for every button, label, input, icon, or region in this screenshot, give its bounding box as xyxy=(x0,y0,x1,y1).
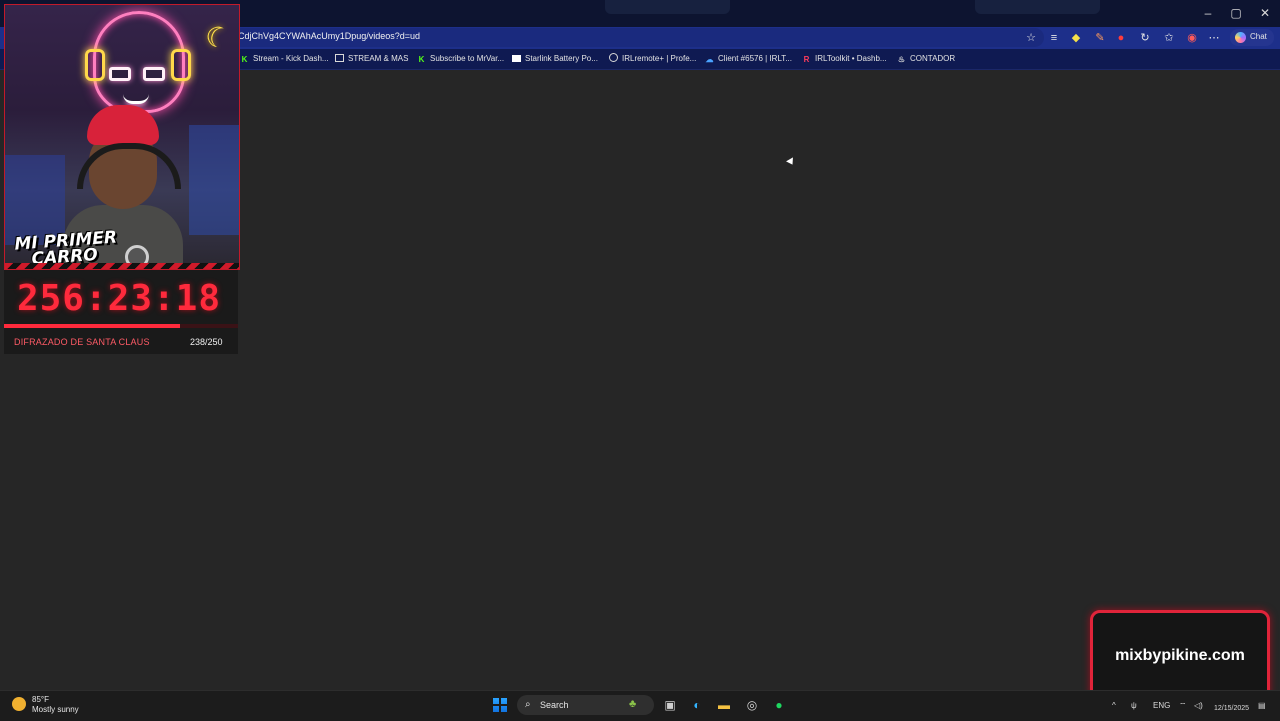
chat-label: Chat xyxy=(1250,32,1267,41)
taskbar-date[interactable]: 12/15/2025 xyxy=(1214,705,1249,712)
watermark-text: mixbypikine.com xyxy=(1115,647,1245,664)
goal-count: 238/250 xyxy=(190,337,223,347)
notification-icon[interactable]: ▤ xyxy=(1258,701,1266,710)
url-text[interactable]: CdjChVg4CYWAhAcUmy1Dpug/videos?d=ud xyxy=(238,31,420,41)
pen-icon[interactable]: ✎ xyxy=(1092,30,1108,46)
bookmark-item[interactable]: IRLremote+ | Profe... xyxy=(609,53,696,65)
task-view-icon[interactable]: ▣ xyxy=(661,696,679,714)
hair xyxy=(87,105,159,145)
watermark-badge: mixbypikine.com xyxy=(1090,610,1270,702)
neon-ear-icon xyxy=(85,49,105,81)
refresh-icon[interactable]: ↻ xyxy=(1137,30,1153,46)
profile-icon[interactable]: ◉ xyxy=(1184,30,1200,46)
neon-ear-icon xyxy=(171,49,191,81)
collections-icon[interactable]: ≡ xyxy=(1046,30,1062,46)
chrome-icon[interactable]: ◎ xyxy=(743,696,761,714)
bookmark-label: Stream - Kick Dash... xyxy=(253,54,329,63)
search-icon: ⌕ xyxy=(525,699,531,710)
taskbar-search[interactable]: ⌕ Search ♣ xyxy=(517,695,654,715)
more-icon[interactable]: ⋯ xyxy=(1206,30,1222,46)
hazard-stripe xyxy=(5,263,239,269)
spotify-icon[interactable]: ● xyxy=(770,696,788,714)
weather-description[interactable]: Mostly sunny xyxy=(32,705,79,714)
toolkit-icon: R xyxy=(803,55,810,64)
bookmark-item[interactable]: ☁ Client #6576 | IRLT... xyxy=(705,53,792,65)
goal-label: DIFRAZADO DE SANTA CLAUS xyxy=(14,337,150,347)
neon-eye-icon xyxy=(143,67,165,81)
tab-ghost[interactable] xyxy=(605,0,730,14)
minimize-button[interactable]: – xyxy=(1194,4,1222,22)
weather-temperature[interactable]: 85°F xyxy=(32,695,49,704)
banana-icon: ☾ xyxy=(200,18,235,57)
cloud-icon: ☁ xyxy=(705,55,714,64)
search-label: Search xyxy=(540,700,569,710)
extension-icon[interactable]: ◆ xyxy=(1068,30,1084,46)
globe-icon xyxy=(609,53,618,62)
bookmark-label: IRLToolkit • Dashb... xyxy=(815,54,887,63)
bookmark-item[interactable]: K Subscribe to MrVar... xyxy=(417,53,505,65)
bookmark-label: IRLremote+ | Profe... xyxy=(622,54,697,63)
bookmark-item[interactable]: R IRLToolkit • Dashb... xyxy=(802,53,887,65)
kick-icon: K xyxy=(241,55,248,64)
bookmark-label: STREAM & MAS xyxy=(348,54,409,63)
record-icon[interactable]: ● xyxy=(1113,30,1129,46)
close-button[interactable]: ✕ xyxy=(1251,4,1279,22)
tray-mic-icon[interactable]: ψ xyxy=(1131,701,1137,710)
search-highlight-icon: ♣ xyxy=(629,698,637,710)
bookmark-item[interactable]: ♨ CONTADOR xyxy=(897,53,955,65)
kick-icon: K xyxy=(418,55,425,64)
folder-icon xyxy=(335,54,344,62)
contador-icon: ♨ xyxy=(897,55,906,64)
wifi-icon[interactable]: ⌔ xyxy=(1179,701,1187,711)
maximize-button[interactable]: ▢ xyxy=(1222,4,1250,22)
tray-chevron-icon[interactable]: ^ xyxy=(1112,701,1116,710)
favorites-icon[interactable]: ✩ xyxy=(1161,30,1177,46)
bookmark-label: CONTADOR xyxy=(910,54,956,63)
subathon-timer: 256:23:18 xyxy=(16,278,222,319)
background-light xyxy=(189,125,239,235)
copilot-icon xyxy=(1235,32,1246,43)
start-button-icon[interactable] xyxy=(493,698,507,712)
copilot-chat-button[interactable]: Chat xyxy=(1230,29,1274,46)
file-explorer-icon[interactable]: ▬ xyxy=(715,696,733,714)
weather-sun-icon[interactable] xyxy=(12,697,26,711)
bookmark-item[interactable]: STREAM & MAS xyxy=(335,53,408,65)
edge-browser-icon[interactable]: ◐ xyxy=(688,696,706,714)
star-icon[interactable]: ☆ xyxy=(1023,30,1039,46)
bookmark-label: Starlink Battery Po... xyxy=(525,54,598,63)
neon-eye-icon xyxy=(109,67,131,81)
tab-ghost[interactable] xyxy=(975,0,1100,14)
bookmark-label: Client #6576 | IRLT... xyxy=(718,54,792,63)
language-indicator[interactable]: ENG xyxy=(1153,701,1170,710)
goal-progress-fill xyxy=(4,324,180,328)
page-icon xyxy=(512,55,521,62)
bookmark-label: Subscribe to MrVar... xyxy=(430,54,505,63)
webcam-overlay: ☾ MI PRIMER CARRO xyxy=(4,4,240,270)
bookmark-item[interactable]: Starlink Battery Po... xyxy=(512,53,598,65)
volume-icon[interactable]: ◁) xyxy=(1194,701,1203,710)
bookmark-item[interactable]: K Stream - Kick Dash... xyxy=(240,53,329,65)
